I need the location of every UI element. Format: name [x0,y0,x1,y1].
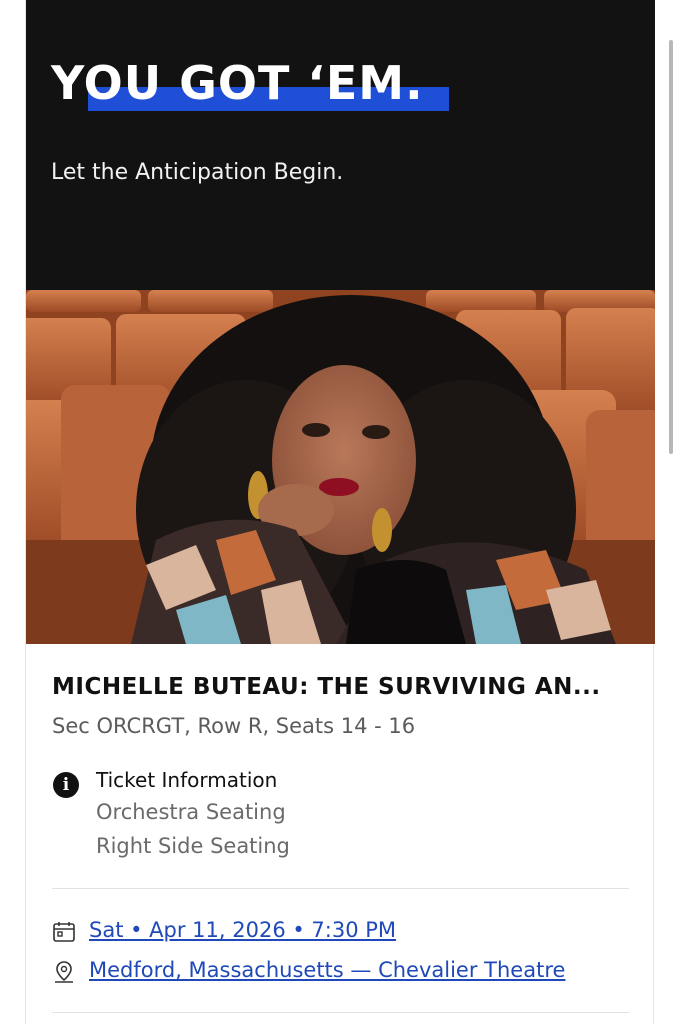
hero-title: YOU GOT ‘EM. [51,56,424,110]
event-title[interactable]: MICHELLE BUTEAU: THE SURVIVING AN... [52,674,632,700]
hero-subtitle: Let the Anticipation Begin. [51,160,344,185]
ticket-confirmation-card: YOU GOT ‘EM. Let the Anticipation Begin. [25,0,655,1024]
ticket-info-line: Right Side Seating [96,834,290,858]
event-date-link[interactable]: Sat • Apr 11, 2026 • 7:30 PM [89,918,396,942]
event-photo [26,290,655,644]
divider [52,1012,629,1013]
info-icon: i [53,772,79,798]
hero-title-wrap: YOU GOT ‘EM. [51,56,449,111]
event-venue-link[interactable]: Medford, Massachusetts — Chevalier Theat… [89,958,565,982]
hero-banner: YOU GOT ‘EM. Let the Anticipation Begin. [26,0,655,290]
ticket-info-heading: Ticket Information [96,768,278,792]
scrollbar[interactable] [669,40,673,454]
ticket-info-line: Orchestra Seating [96,800,286,824]
divider [52,888,629,889]
event-photo-illustration [26,290,655,644]
seat-details: Sec ORCRGT, Row R, Seats 14 - 16 [52,714,416,738]
map-pin-icon [55,961,73,983]
calendar-icon [53,922,75,942]
